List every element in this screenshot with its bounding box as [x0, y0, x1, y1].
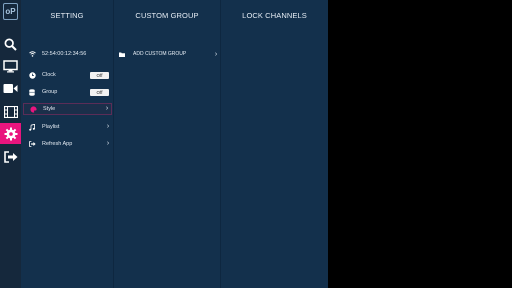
setting-column: SETTING 52:54:00:12:34:56 Clock Off Grou…: [21, 0, 113, 288]
lock-channels-column: LOCK CHANNELS: [220, 0, 328, 288]
search-icon: [4, 38, 17, 51]
search-button[interactable]: [0, 34, 21, 55]
refresh-exit-icon: [25, 141, 39, 147]
settings-panel: SETTING 52:54:00:12:34:56 Clock Off Grou…: [21, 0, 328, 288]
database-icon: [25, 88, 39, 96]
settings-button[interactable]: [0, 123, 21, 144]
monitor-icon: [3, 60, 18, 73]
logout-button[interactable]: [0, 146, 21, 167]
series-button[interactable]: [0, 101, 21, 122]
clock-label: Clock: [42, 72, 56, 78]
setting-title: SETTING: [50, 11, 84, 20]
palette-icon: [26, 105, 40, 113]
add-custom-group-row[interactable]: ADD CUSTOM GROUP ›: [117, 48, 220, 60]
group-row[interactable]: Group Off: [23, 86, 112, 98]
mac-address: 52:54:00:12:34:56: [42, 51, 87, 57]
clock-toggle[interactable]: Off: [90, 71, 109, 79]
gear-icon: [4, 127, 17, 140]
style-row[interactable]: Style ›: [23, 103, 112, 115]
chevron-right-icon: ›: [106, 140, 110, 147]
mac-address-row: 52:54:00:12:34:56: [23, 48, 112, 60]
video-camera-icon: [3, 84, 18, 93]
add-custom-group-label: ADD CUSTOM GROUP: [133, 51, 187, 57]
folder-icon: [117, 52, 127, 57]
chevron-right-icon: ›: [106, 123, 110, 130]
group-label: Group: [42, 89, 58, 95]
wifi-icon: [25, 51, 39, 57]
exit-icon: [3, 150, 17, 163]
film-icon: [3, 105, 18, 118]
lock-channels-title: LOCK CHANNELS: [242, 11, 307, 20]
refresh-app-row[interactable]: Refresh App ›: [23, 138, 112, 150]
chevron-right-icon: ›: [105, 105, 109, 112]
playlist-row[interactable]: Playlist ›: [23, 121, 112, 133]
live-tv-button[interactable]: [0, 56, 21, 77]
clock-icon: [25, 71, 39, 79]
app-logo: oP: [3, 3, 18, 20]
custom-group-title: CUSTOM GROUP: [135, 11, 199, 20]
custom-group-column: CUSTOM GROUP ADD CUSTOM GROUP ›: [113, 0, 220, 288]
style-label: Style: [43, 106, 56, 112]
movies-button[interactable]: [0, 78, 21, 99]
music-note-icon: [25, 123, 39, 131]
refresh-app-label: Refresh App: [42, 141, 73, 147]
left-nav-rail: oP: [0, 0, 21, 288]
clock-row[interactable]: Clock Off: [23, 69, 112, 81]
group-toggle[interactable]: Off: [90, 88, 109, 96]
chevron-right-icon: ›: [214, 50, 218, 58]
playlist-label: Playlist: [42, 124, 60, 130]
